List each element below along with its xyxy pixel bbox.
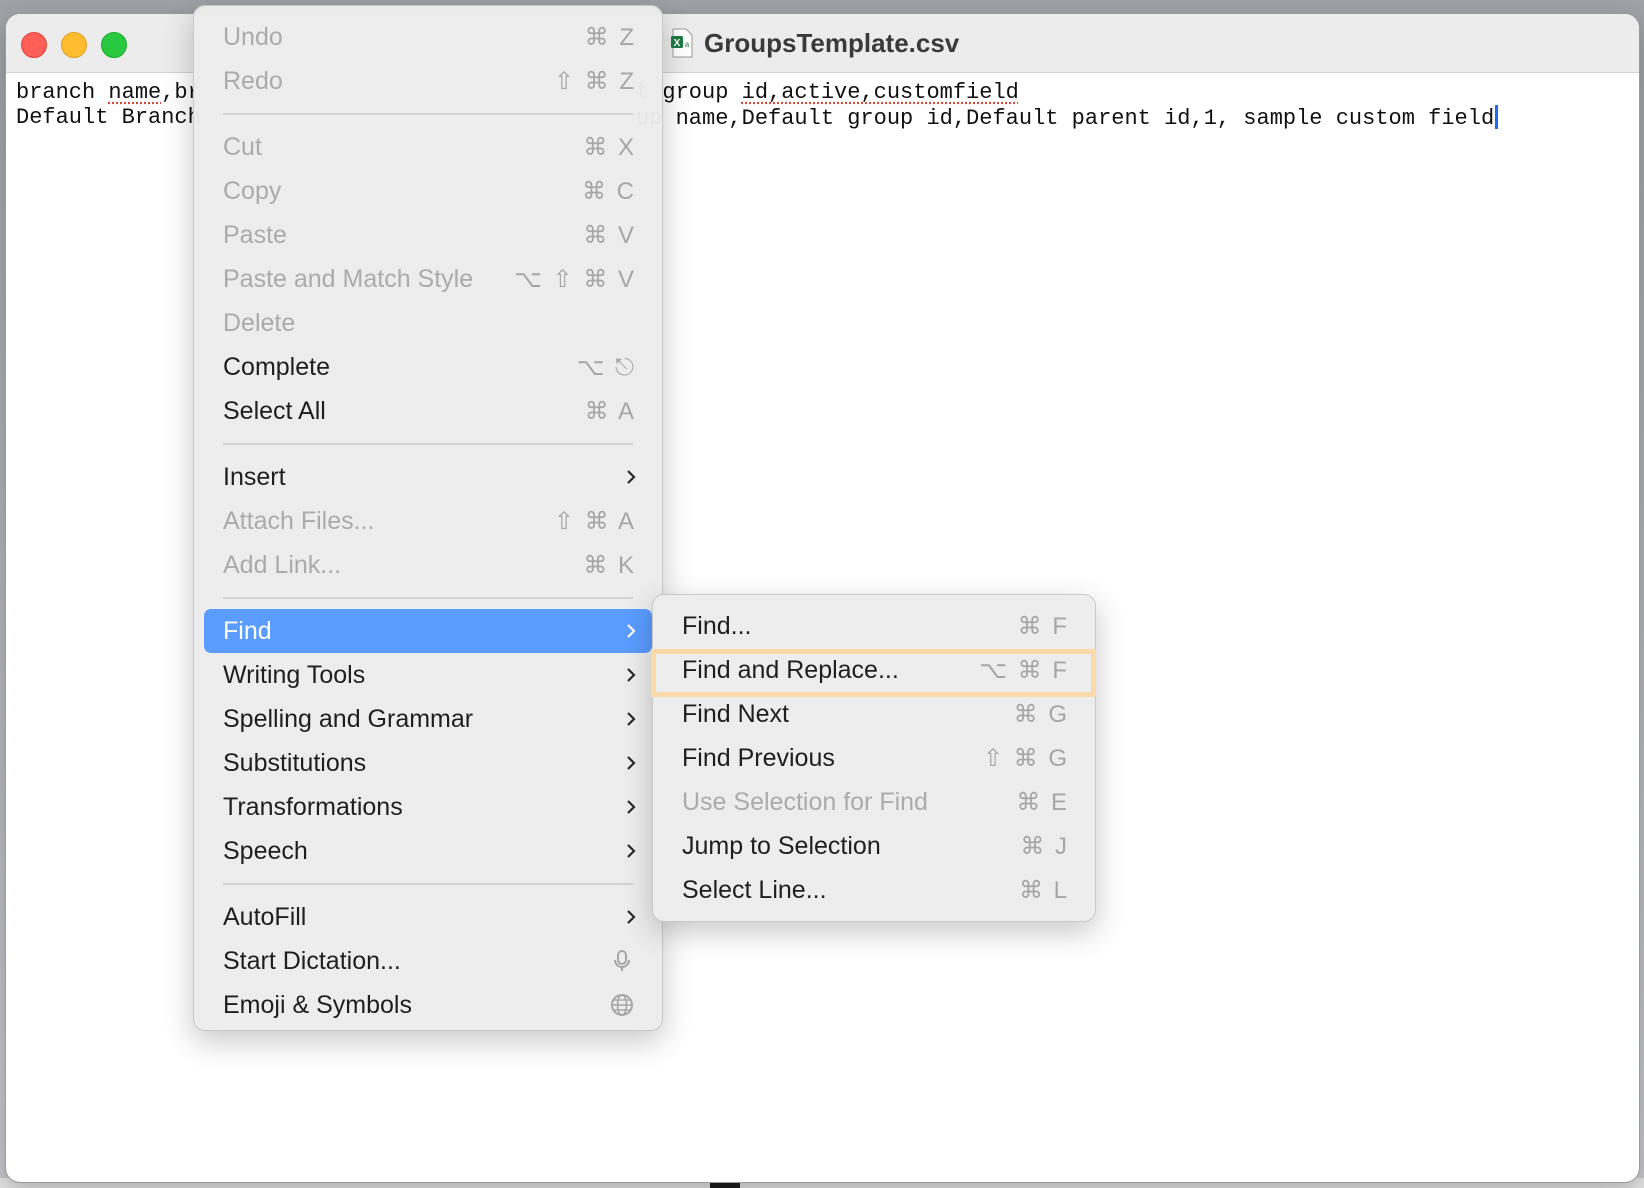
menu-item-find-next[interactable]: Find Next ⌘ G — [663, 692, 1085, 736]
menu-item-substitutions[interactable]: Substitutions — [204, 741, 652, 785]
find-submenu: Find... ⌘ F Find and Replace... ⌥ ⌘ F Fi… — [652, 594, 1096, 922]
chevron-right-icon — [627, 712, 636, 726]
chevron-right-icon — [627, 668, 636, 682]
menu-separator — [223, 113, 633, 115]
menu-item-find-previous[interactable]: Find Previous ⇧ ⌘ G — [663, 736, 1085, 780]
menu-item-find-ellipsis[interactable]: Find... ⌘ F — [663, 604, 1085, 648]
close-window-button[interactable] — [21, 32, 47, 58]
menu-item-redo[interactable]: Redo ⇧ ⌘ Z — [204, 59, 652, 103]
menu-item-cut[interactable]: Cut ⌘ X — [204, 125, 652, 169]
svg-text:X: X — [674, 38, 681, 49]
menu-item-emoji-and-symbols[interactable]: Emoji & Symbols — [204, 983, 652, 1027]
menu-item-writing-tools[interactable]: Writing Tools — [204, 653, 652, 697]
window-title: GroupsTemplate.csv — [704, 27, 960, 58]
menu-item-speech[interactable]: Speech — [204, 829, 652, 873]
menu-separator — [223, 883, 633, 885]
menu-item-complete[interactable]: Complete ⌥ ⎋ — [204, 345, 652, 389]
menu-item-copy[interactable]: Copy ⌘ C — [204, 169, 652, 213]
text-line-1: branch name,br — [16, 80, 201, 105]
text-line-2: Default Branch — [16, 105, 201, 130]
menu-item-select-line[interactable]: Select Line... ⌘ L — [663, 868, 1085, 912]
menu-item-spelling-and-grammar[interactable]: Spelling and Grammar — [204, 697, 652, 741]
menu-item-find[interactable]: Find — [204, 609, 652, 653]
microphone-icon — [614, 950, 630, 971]
menu-item-use-selection-for-find[interactable]: Use Selection for Find ⌘ E — [663, 780, 1085, 824]
globe-icon — [611, 994, 633, 1016]
text-caret — [1495, 105, 1499, 129]
menu-item-start-dictation[interactable]: Start Dictation... — [204, 939, 652, 983]
menu-item-attach-files[interactable]: Attach Files... ⇧ ⌘ A — [204, 499, 652, 543]
text-line-2-continued: up name,Default group id,Default parent … — [636, 105, 1499, 132]
zoom-window-button[interactable] — [101, 32, 127, 58]
menu-item-autofill[interactable]: AutoFill — [204, 895, 652, 939]
menu-item-jump-to-selection[interactable]: Jump to Selection ⌘ J — [663, 824, 1085, 868]
menu-item-select-all[interactable]: Select All ⌘ A — [204, 389, 652, 433]
chevron-right-icon — [627, 756, 636, 770]
svg-text:a: a — [685, 40, 690, 49]
find-and-replace-highlight — [651, 649, 1096, 697]
menu-item-paste[interactable]: Paste ⌘ V — [204, 213, 652, 257]
minimize-window-button[interactable] — [61, 32, 87, 58]
chevron-right-icon — [627, 470, 636, 484]
menu-item-insert[interactable]: Insert — [204, 455, 652, 499]
menu-separator — [223, 597, 633, 599]
chevron-right-icon — [627, 800, 636, 814]
menu-item-paste-and-match-style[interactable]: Paste and Match Style ⌥ ⇧ ⌘ V — [204, 257, 652, 301]
menu-item-delete[interactable]: Delete — [204, 301, 652, 345]
chevron-right-icon — [627, 844, 636, 858]
menu-item-add-link[interactable]: Add Link... ⌘ K — [204, 543, 652, 587]
chevron-right-icon — [627, 624, 636, 638]
window-title-area: X a GroupsTemplate.csv — [670, 26, 959, 60]
text-line-1-continued: t group id,active,customfield — [636, 80, 1019, 105]
excel-csv-icon: X a — [670, 28, 694, 58]
chevron-right-icon — [627, 910, 636, 924]
edit-context-menu: Undo ⌘ Z Redo ⇧ ⌘ Z Cut ⌘ X Copy ⌘ C Pas… — [193, 5, 663, 1031]
menu-item-undo[interactable]: Undo ⌘ Z — [204, 15, 652, 59]
menu-separator — [223, 443, 633, 445]
menu-item-transformations[interactable]: Transformations — [204, 785, 652, 829]
